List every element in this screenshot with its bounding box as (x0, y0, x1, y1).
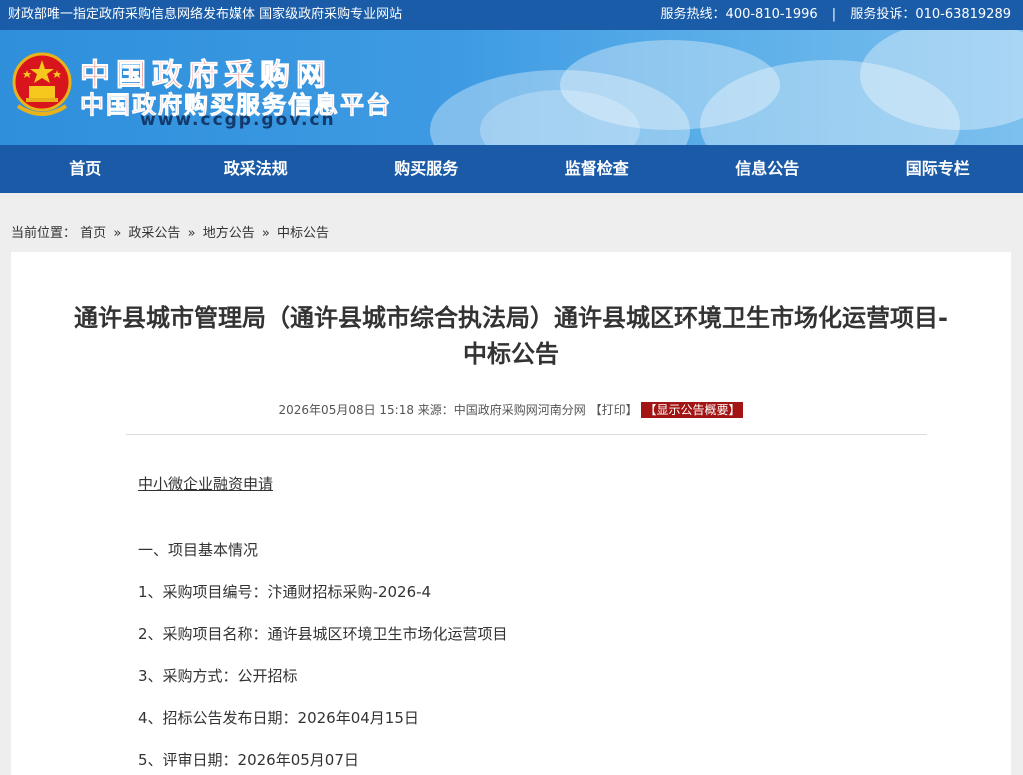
article-meta: 2026年05月08日 15:18 来源：中国政府采购网河南分网 【打印】 【显… (11, 401, 1011, 418)
national-emblem-icon (12, 52, 72, 116)
section-heading: 一、项目基本情况 (138, 541, 259, 559)
nav-item-purchase-services[interactable]: 购买服务 (341, 145, 512, 193)
nav-item-international[interactable]: 国际专栏 (853, 145, 1023, 193)
contact-separator: | (831, 7, 837, 22)
breadcrumb-arrow: » (261, 226, 270, 241)
breadcrumb-local-link[interactable]: 地方公告 (203, 226, 255, 241)
article-title-line2: 中标公告 (463, 340, 559, 368)
nav-item-regulations[interactable]: 政采法规 (171, 145, 342, 193)
service-contacts: 服务热线：400-810-1996 | 服务投诉：010-63819289 (661, 0, 1011, 30)
breadcrumb-arrow: » (187, 226, 196, 241)
site-slogan: 财政部唯一指定政府采购信息网络发布媒体 国家级政府采购专业网站 (8, 7, 403, 22)
project-name-line: 2、采购项目名称：通许县城区环境卫生市场化运营项目 (138, 625, 508, 643)
top-info-bar: 财政部唯一指定政府采购信息网络发布媒体 国家级政府采购专业网站 服务热线：400… (0, 0, 1023, 30)
article-title: 通许县城市管理局（通许县城市综合执法局）通许县城区环境卫生市场化运营项目- 中标… (11, 300, 1011, 372)
main-nav: 首页 政采法规 购买服务 监督检查 信息公告 国际专栏 (0, 145, 1023, 193)
article-meta-text: 2026年05月08日 15:18 来源：中国政府采购网河南分网 【打印】 (278, 403, 638, 417)
breadcrumb-award-link[interactable]: 中标公告 (277, 226, 329, 241)
breadcrumb-prefix: 当前位置： (11, 226, 77, 241)
article-container: 通许县城市管理局（通许县城市综合执法局）通许县城区环境卫生市场化运营项目- 中标… (11, 252, 1011, 775)
show-summary-button[interactable]: 【显示公告概要】 (641, 402, 744, 418)
breadcrumb: 当前位置： 首页 » 政采公告 » 地方公告 » 中标公告 (11, 222, 329, 241)
project-number-line: 1、采购项目编号：汴通财招标采购-2026-4 (138, 583, 432, 601)
sme-finance-link[interactable]: 中小微企业融资申请 (138, 473, 273, 494)
procurement-method-line: 3、采购方式：公开招标 (138, 667, 298, 685)
breadcrumb-procurement-link[interactable]: 政采公告 (128, 226, 180, 241)
breadcrumb-arrow: » (113, 226, 122, 241)
site-url: www.ccgp.gov.cn (140, 110, 336, 130)
service-hotline: 服务热线：400-810-1996 (660, 7, 818, 22)
tender-date-line: 4、招标公告发布日期：2026年04月15日 (138, 709, 419, 727)
breadcrumb-home-link[interactable]: 首页 (80, 226, 106, 241)
service-complaint: 服务投诉：010-63819289 (850, 7, 1011, 22)
review-date-line: 5、评审日期：2026年05月07日 (138, 751, 359, 769)
article-title-line1: 通许县城市管理局（通许县城市综合执法局）通许县城区环境卫生市场化运营项目- (74, 304, 948, 332)
title-divider (126, 434, 927, 435)
nav-item-supervision[interactable]: 监督检查 (512, 145, 683, 193)
nav-item-announcements[interactable]: 信息公告 (682, 145, 853, 193)
site-banner: 中国政府采购网 中国政府购买服务信息平台 www.ccgp.gov.cn (0, 30, 1023, 145)
nav-item-home[interactable]: 首页 (0, 145, 171, 193)
